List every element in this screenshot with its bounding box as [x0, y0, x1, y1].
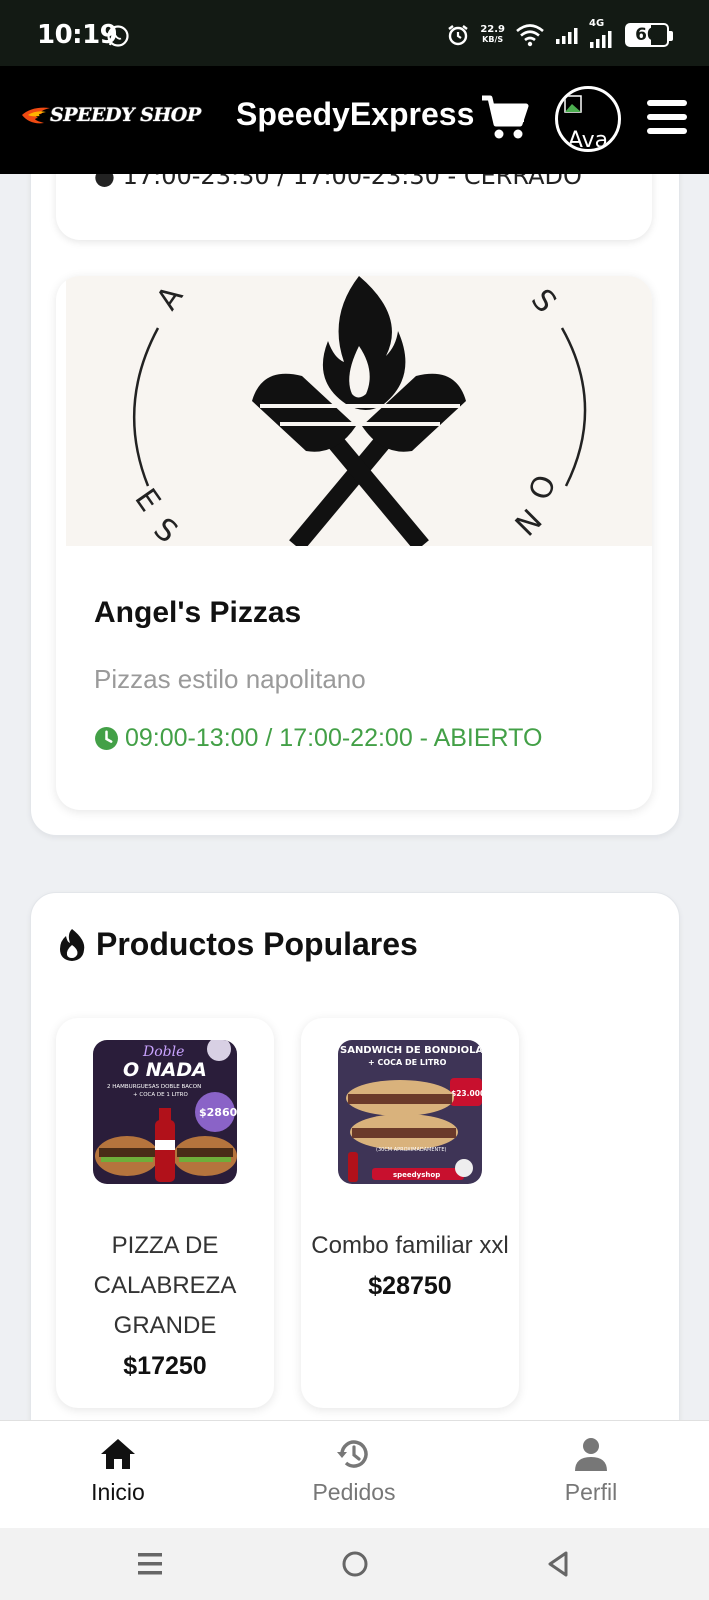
store-logo-image: A S E S O N	[66, 276, 652, 546]
svg-text:A: A	[150, 279, 191, 316]
menu-icon[interactable]	[647, 100, 687, 134]
product-image-text: 2 HAMBURGUESAS DOBLE BACON	[107, 1084, 201, 1090]
home-icon	[101, 1439, 135, 1469]
app-title: SpeedyExpress	[236, 96, 475, 132]
battery-level: 60	[635, 25, 659, 45]
logo-text: SPEEDY SHOP	[50, 104, 201, 126]
status-bar: 10:19 22.9 KB/S 4G 60	[0, 0, 709, 66]
svg-text:S: S	[147, 511, 184, 546]
popular-title: Productos Populares	[56, 926, 418, 963]
product-image-price: $23.000	[451, 1089, 482, 1098]
back-icon[interactable]	[542, 1548, 574, 1580]
product-image-text: Doble	[142, 1044, 184, 1060]
nav-item-label: Perfil	[564, 1479, 618, 1505]
app-logo[interactable]: SPEEDY SHOP	[22, 102, 201, 128]
product-image: SANDWICH DE BONDIOLA + COCA DE LITRO $23…	[338, 1040, 482, 1184]
product-price: $28750	[368, 1272, 452, 1300]
product-image: Doble O NADA 2 HAMBURGUESAS DOBLE BACON …	[93, 1040, 237, 1184]
whatsapp-icon	[107, 25, 129, 47]
nav-item-inicio[interactable]: Inicio	[48, 1435, 188, 1506]
product-image-text: speedyshop	[393, 1171, 440, 1179]
store-name: Angel's Pizzas	[94, 596, 302, 629]
broken-image-icon	[564, 95, 582, 113]
product-image-price: $28600	[199, 1106, 237, 1119]
alarm-icon	[448, 25, 469, 46]
signal-icon	[556, 28, 578, 44]
product-card[interactable]: Doble O NADA 2 HAMBURGUESAS DOBLE BACON …	[56, 1018, 274, 1408]
home-button-icon[interactable]	[339, 1548, 371, 1580]
product-image-text: SANDWICH DE BONDIOLA	[340, 1045, 482, 1056]
product-card[interactable]: SANDWICH DE BONDIOLA + COCA DE LITRO $23…	[301, 1018, 519, 1408]
svg-text:O: O	[523, 471, 564, 505]
network-type: 4G	[589, 18, 605, 29]
product-image-text: + COCA DE 1 LITRO	[133, 1092, 188, 1098]
flame-logo-icon	[22, 107, 50, 124]
battery-indicator: 60	[625, 23, 673, 47]
product-image-text: O NADA	[123, 1059, 207, 1081]
product-info: PIZZA DE CALABREZA GRANDE $17250	[66, 1226, 264, 1386]
svg-text:N: N	[509, 503, 550, 544]
system-nav-bar	[0, 1528, 709, 1600]
recent-apps-icon[interactable]	[134, 1548, 166, 1580]
nav-item-pedidos[interactable]: Pedidos	[284, 1435, 424, 1506]
product-image-text: (30CM APROXIMADAMENTE)	[376, 1147, 446, 1153]
svg-text:S: S	[524, 283, 563, 320]
svg-text:E: E	[127, 483, 167, 519]
nav-item-label: Inicio	[91, 1479, 145, 1505]
avatar-alt-text: Ava	[567, 128, 609, 152]
wifi-icon	[516, 24, 544, 47]
cart-icon[interactable]	[480, 94, 530, 142]
product-name: Combo familiar xxl	[311, 1232, 509, 1259]
bottom-nav: Inicio Pedidos Perfil	[0, 1420, 709, 1528]
nav-item-perfil[interactable]: Perfil	[521, 1435, 661, 1506]
product-info: Combo familiar xxl $28750	[311, 1226, 509, 1306]
person-icon	[575, 1438, 607, 1471]
store-description: Pizzas estilo napolitano	[94, 664, 366, 694]
history-icon	[337, 1440, 368, 1468]
clock-icon	[95, 727, 118, 750]
product-image-text: + COCA DE LITRO	[368, 1058, 447, 1067]
store-hours-text: 09:00-13:00 / 17:00-22:00 - ABIERTO	[125, 724, 543, 752]
store-card[interactable]: A S E S O N Angel's Pizzas Pizzas estilo…	[56, 276, 652, 810]
avatar[interactable]: Ava	[555, 86, 621, 152]
store-hours: 09:00-13:00 / 17:00-22:00 - ABIERTO	[94, 724, 542, 753]
net-speed-value: 22.9	[480, 24, 505, 35]
signal-4g-icon: 4G	[589, 18, 615, 48]
net-speed-unit: KB/S	[482, 35, 504, 44]
product-price: $17250	[123, 1352, 207, 1380]
popular-title-text: Productos Populares	[96, 926, 418, 962]
product-name: PIZZA DE CALABREZA GRANDE	[93, 1232, 237, 1339]
nav-item-label: Pedidos	[312, 1479, 396, 1505]
fire-icon	[60, 928, 85, 961]
net-speed: 22.9 KB/S	[480, 25, 505, 45]
